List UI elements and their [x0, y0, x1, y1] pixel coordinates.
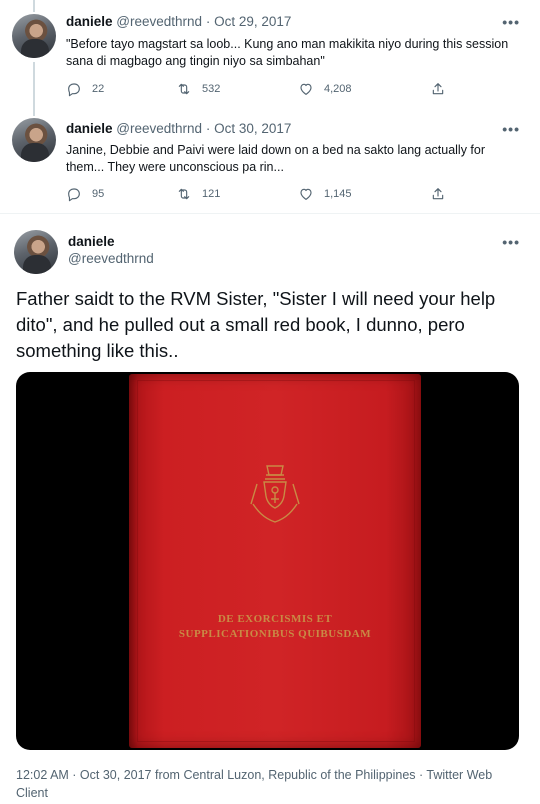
reply-button[interactable]: 22: [66, 81, 104, 97]
tweet-media-image[interactable]: DE EXORCISMIS ET SUPPLICATIONIBUS QUIBUS…: [16, 372, 519, 750]
more-icon[interactable]: •••: [502, 234, 520, 250]
author-name[interactable]: daniele: [68, 234, 154, 249]
tweet-date[interactable]: Oct 29, 2017: [214, 14, 291, 29]
author-name[interactable]: daniele: [66, 121, 113, 136]
like-button[interactable]: 1,145: [298, 186, 352, 202]
tweet-date[interactable]: Oct 30, 2017: [214, 121, 291, 136]
reply-icon: [68, 83, 80, 97]
tweet-meta: daniele @reevedthrnd · Oct 29, 2017: [66, 14, 291, 29]
share-icon: [432, 188, 444, 200]
tweet-actions: 95 121 1,145: [66, 186, 450, 206]
papal-coat-of-arms-icon: [250, 465, 300, 523]
heart-icon: [300, 188, 312, 200]
author-block: daniele @reevedthrnd: [68, 234, 154, 266]
avatar[interactable]: [12, 118, 56, 162]
avatar[interactable]: [12, 14, 56, 58]
author-handle[interactable]: @reevedthrnd: [68, 251, 154, 266]
avatar[interactable]: [14, 230, 58, 274]
retweet-icon: [178, 188, 190, 200]
author-handle[interactable]: @reevedthrnd: [116, 121, 202, 136]
divider: [0, 213, 540, 214]
heart-icon: [300, 83, 312, 95]
thread-connector-line: [33, 62, 35, 104]
tweet-text: Janine, Debbie and Paivi were laid down …: [66, 143, 486, 174]
tweet-text: Father saidt to the RVM Sister, "Sister …: [16, 288, 496, 361]
reply-button[interactable]: 95: [66, 186, 104, 202]
author-handle[interactable]: @reevedthrnd: [116, 14, 202, 29]
author-name[interactable]: daniele: [66, 14, 113, 29]
retweet-icon: [178, 83, 190, 95]
reply-icon: [68, 188, 80, 202]
separator: ·: [205, 14, 211, 29]
retweet-button[interactable]: 532: [176, 81, 220, 97]
share-icon: [432, 83, 444, 95]
share-button[interactable]: [430, 186, 446, 202]
retweet-button[interactable]: 121: [176, 186, 220, 202]
thread-tweet-1[interactable]: daniele @reevedthrnd · Oct 29, 2017 ••• …: [0, 0, 540, 104]
like-button[interactable]: 4,208: [298, 81, 352, 97]
retweet-count: 121: [202, 188, 221, 200]
red-book-image: DE EXORCISMIS ET SUPPLICATIONIBUS QUIBUS…: [129, 374, 421, 748]
more-icon[interactable]: •••: [502, 121, 520, 137]
reply-count: 22: [92, 83, 105, 95]
like-count: 4,208: [324, 83, 352, 95]
share-button[interactable]: [430, 81, 446, 97]
book-cover-title: DE EXORCISMIS ET SUPPLICATIONIBUS QUIBUS…: [178, 613, 372, 640]
more-icon[interactable]: •••: [502, 14, 520, 30]
thread-connector-line: [33, 0, 35, 12]
like-count: 1,145: [324, 188, 352, 200]
retweet-count: 532: [202, 83, 221, 95]
tweet-timestamp[interactable]: 12:02 AM · Oct 30, 2017 from Central Luz…: [16, 766, 516, 802]
tweet-actions: 22 532 4,208: [66, 81, 450, 101]
tweet-meta: daniele @reevedthrnd · Oct 30, 2017: [66, 121, 291, 136]
thread-tweet-2[interactable]: daniele @reevedthrnd · Oct 30, 2017 ••• …: [0, 104, 540, 212]
separator: ·: [205, 121, 211, 136]
reply-count: 95: [92, 188, 105, 200]
thread-connector-line: [33, 104, 35, 116]
tweet-text: "Before tayo magstart sa loob... Kung an…: [66, 37, 509, 68]
